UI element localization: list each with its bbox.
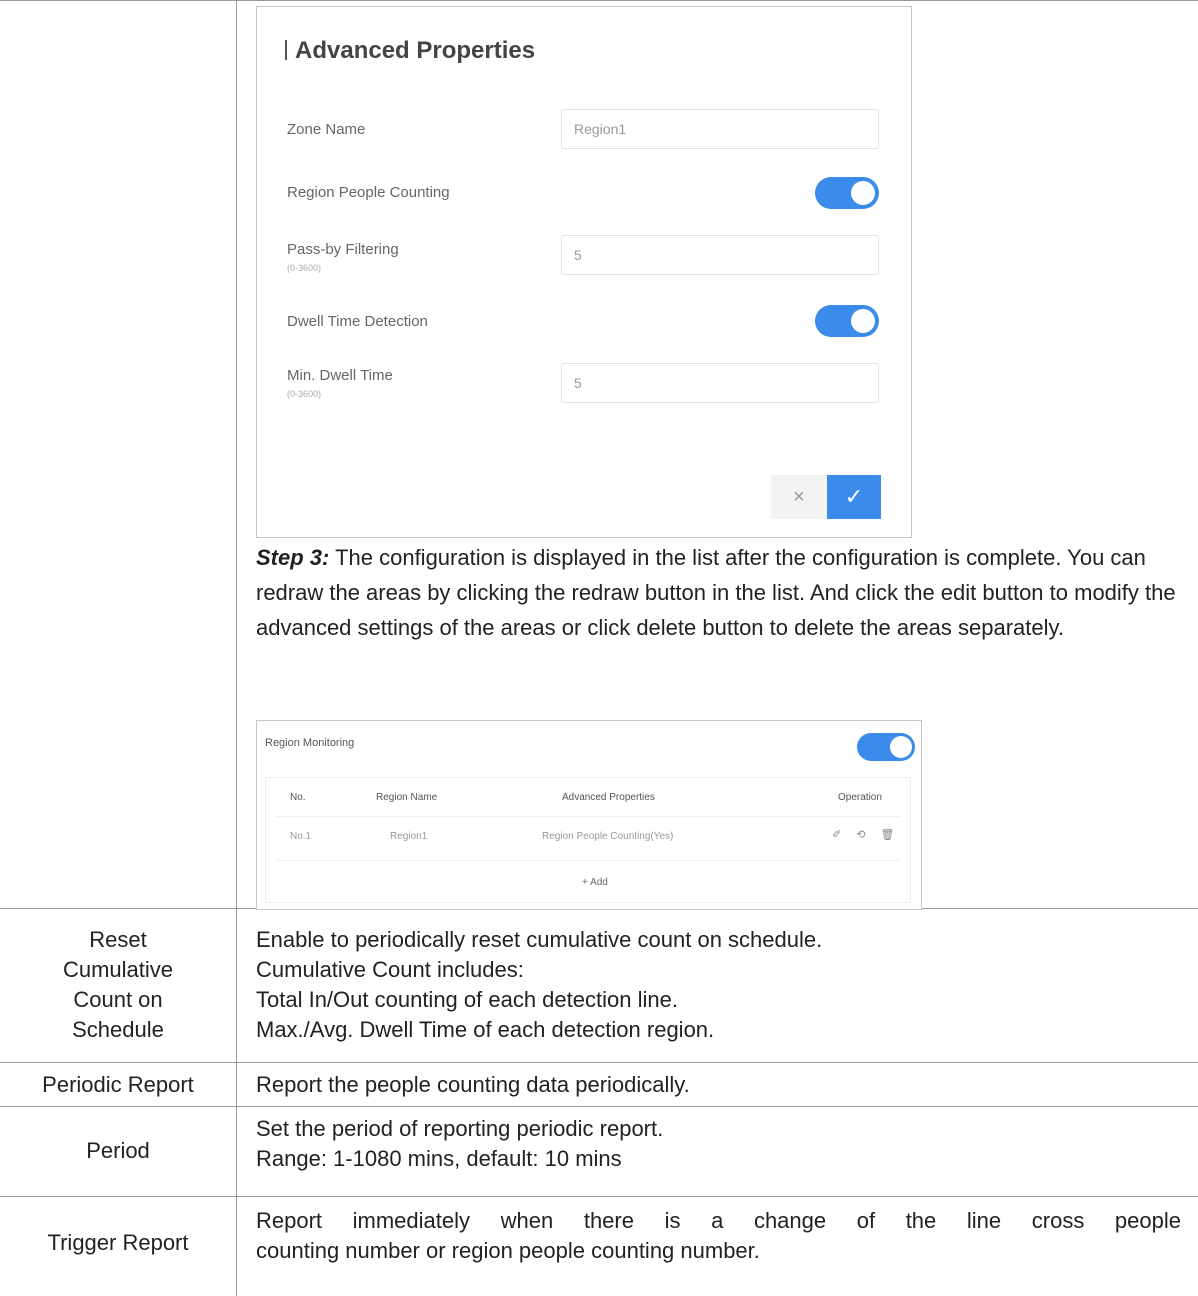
column-divider <box>236 0 237 1296</box>
column-header-region-name: Region Name <box>376 792 438 803</box>
description-line: Max./Avg. Dwell Time of each detection r… <box>256 1017 715 1042</box>
trigger-report-label: Trigger Report <box>47 1230 189 1255</box>
row-divider <box>0 1062 1198 1063</box>
cancel-button[interactable]: × <box>771 475 827 519</box>
row-divider <box>0 1106 1198 1107</box>
period-description: Set the period of reporting periodic rep… <box>256 1114 1181 1174</box>
row-divider-inner <box>276 860 900 861</box>
column-header-advanced-properties: Advanced Properties <box>562 792 655 803</box>
close-icon: × <box>793 486 805 508</box>
step3-prefix: Step 3: <box>256 545 330 570</box>
description-line: Report immediately when there is a chang… <box>256 1208 1181 1233</box>
periodic-report-label: Periodic Report <box>42 1072 194 1097</box>
reset-cumulative-description: Enable to periodically reset cumulative … <box>256 925 1181 1045</box>
column-header-no: No. <box>290 792 306 803</box>
min-dwell-time-field[interactable]: 5 <box>561 363 879 403</box>
dwell-time-detection-label: Dwell Time Detection <box>287 313 428 330</box>
description-line: Enable to periodically reset cumulative … <box>256 927 823 952</box>
step3-paragraph: Step 3: The configuration is displayed i… <box>256 540 1186 645</box>
check-icon: ✓ <box>844 484 864 509</box>
region-monitoring-title: Region Monitoring <box>265 737 355 749</box>
min-dwell-time-label: Min. Dwell Time <box>287 367 393 384</box>
add-button[interactable]: + Add <box>582 877 608 888</box>
step3-body: The configuration is displayed in the li… <box>256 545 1176 640</box>
zone-name-label: Zone Name <box>287 121 366 138</box>
region-people-counting-toggle[interactable] <box>815 177 879 209</box>
region-people-counting-label: Region People Counting <box>287 184 450 201</box>
row-region-name: Region1 <box>390 831 428 842</box>
description-line: counting number or region people countin… <box>256 1238 760 1263</box>
description-line: Set the period of reporting periodic rep… <box>256 1116 664 1141</box>
description-line: Range: 1-1080 mins, default: 10 mins <box>256 1146 622 1171</box>
pass-by-filtering-label: Pass-by Filtering <box>287 241 399 258</box>
label-line: Cumulative <box>62 957 174 982</box>
region-monitoring-panel: Region Monitoring No. Region Name Advanc… <box>256 720 922 910</box>
label-line: Schedule <box>72 1017 164 1042</box>
zone-name-field[interactable]: Region1 <box>561 109 879 149</box>
trigger-report-description: Report immediately when there is a chang… <box>256 1206 1181 1266</box>
header-divider <box>276 816 900 817</box>
description-line: Total In/Out counting of each detection … <box>256 987 678 1012</box>
period-label: Period <box>86 1138 150 1163</box>
row-divider <box>0 1196 1198 1197</box>
pass-by-filtering-field[interactable]: 5 <box>561 235 879 275</box>
region-table: No. Region Name Advanced Properties Oper… <box>265 777 911 903</box>
row-no: No.1 <box>290 831 312 842</box>
label-line: Count on <box>73 987 163 1012</box>
row-advanced-properties: Region People Counting(Yes) <box>542 831 674 842</box>
advanced-properties-panel: Advanced Properties Zone Name Region1 Re… <box>256 6 912 538</box>
row-divider <box>0 0 1198 1</box>
pass-by-range: (0-3600) <box>287 263 322 273</box>
parameter-table: Advanced Properties Zone Name Region1 Re… <box>0 0 1198 1296</box>
min-dwell-range: (0-3600) <box>287 389 322 399</box>
column-header-operation: Operation <box>838 792 882 803</box>
periodic-report-description: Report the people counting data periodic… <box>256 1072 690 1097</box>
dwell-time-detection-toggle[interactable] <box>815 305 879 337</box>
confirm-button[interactable]: ✓ <box>827 475 881 519</box>
region-monitoring-toggle[interactable] <box>857 733 915 761</box>
row-operation-icons[interactable]: ✐ ⟲ 🗑 <box>832 828 901 841</box>
label-line: Reset <box>89 927 147 952</box>
panel-title: Advanced Properties <box>285 37 535 65</box>
description-line: Cumulative Count includes: <box>256 957 524 982</box>
reset-cumulative-label: Reset Cumulative Count on Schedule <box>0 925 236 1045</box>
